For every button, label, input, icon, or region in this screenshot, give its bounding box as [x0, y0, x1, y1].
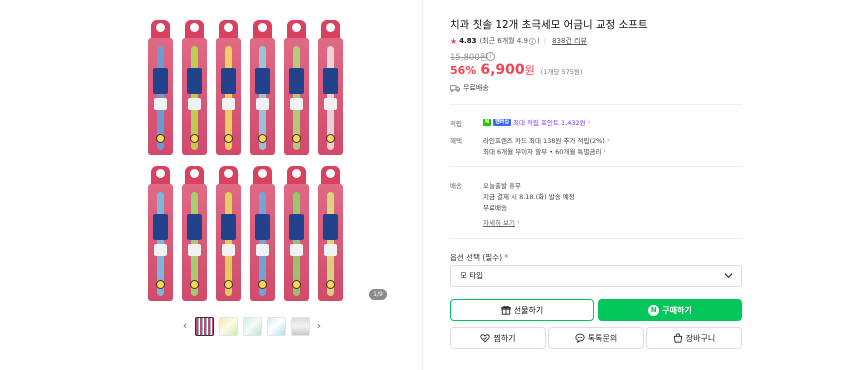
product-title: 치과 칫솔 12개 초극세모 어금니 교정 소프트: [450, 19, 648, 31]
required-mark: *: [504, 253, 509, 262]
toothbrush-package: [148, 20, 173, 155]
delivery-detail[interactable]: 자세히 보기 ›: [483, 217, 520, 227]
delivery-line-3: 무료배송: [483, 204, 507, 212]
option-label: 옵션 선택 (필수) *: [450, 252, 508, 263]
perks-label: 혜택: [450, 137, 462, 145]
perk-card[interactable]: 라인프렌즈 카드 최대 138원 추가 적립(2%) ›: [483, 135, 610, 145]
chat-bubble-icon: [575, 333, 585, 343]
heart-icon: [480, 334, 491, 343]
rating-separator: |: [543, 37, 547, 45]
thumbnail-prev-icon[interactable]: ‹: [178, 316, 192, 336]
gift-icon: [501, 305, 511, 315]
currency-unit: 원: [524, 64, 535, 77]
points-label: 적립: [450, 120, 462, 128]
chevron-right-icon: ›: [606, 136, 610, 144]
discount-rate: 56%: [450, 64, 477, 77]
wish-button-label: 찜하기: [493, 333, 516, 343]
toothbrush-package: [318, 166, 343, 301]
npay-n-badge: N: [483, 118, 492, 126]
rating-recent-end: ): [536, 37, 540, 45]
talk-inquiry-button[interactable]: 톡톡문의: [548, 327, 644, 349]
sale-price: 6,900: [480, 62, 525, 78]
option-select[interactable]: 모 타입: [450, 265, 742, 287]
delivery-detail-link[interactable]: 자세히 보기: [483, 217, 515, 227]
rating-info-icon[interactable]: [529, 37, 536, 45]
option-selected-value: 모 타입: [460, 271, 484, 280]
thumbnail-4[interactable]: [266, 316, 286, 336]
thumbnail-2[interactable]: [218, 316, 238, 336]
toothbrush-package: [284, 20, 309, 155]
toothbrush-package: [148, 166, 173, 301]
unit-price: (1개당 575원): [540, 68, 583, 76]
toothbrush-package: [318, 20, 343, 155]
delivery-line-1: 오늘출발 휴무: [483, 182, 521, 190]
perk-card-text: 라인프렌즈 카드 최대 138원 추가 적립(2%): [483, 137, 605, 145]
section-divider: [450, 104, 742, 105]
talk-button-label: 톡톡문의: [587, 333, 618, 343]
gift-button-label: 선물하기: [513, 305, 544, 315]
perk-installment-text: 최대 6개월 무이자 할부 • 60개월 특별금리: [483, 148, 602, 156]
star-icon: ★: [450, 36, 458, 46]
section-divider: [450, 166, 742, 167]
column-divider: [422, 0, 423, 370]
price-info-icon[interactable]: i: [486, 52, 495, 61]
wish-button[interactable]: 찜하기: [450, 327, 546, 349]
chevron-down-icon: [724, 273, 733, 279]
rating-row: ★ 4.83 (최근 6개월 4.9 ) | 838건 리뷰: [450, 36, 587, 46]
chevron-right-icon: ›: [587, 118, 591, 126]
cart-button-label: 장바구니: [685, 333, 716, 343]
toothbrush-package: [182, 20, 207, 155]
product-main-image[interactable]: [148, 20, 350, 303]
review-count-link[interactable]: 838건 리뷰: [552, 36, 587, 46]
thumbnail-strip: ‹ ›: [178, 316, 326, 336]
chevron-right-icon: ›: [603, 147, 607, 155]
delivery-line-2: 지금 결제 시 8.18.(화) 발송 예정: [483, 193, 575, 201]
rating-recent: (최근 6개월 4.9: [479, 37, 528, 45]
rating-value: 4.83: [459, 37, 477, 45]
toothbrush-package: [284, 166, 309, 301]
section-divider: [450, 238, 742, 239]
toothbrush-package: [216, 20, 241, 155]
shipping-text: 무료배송: [463, 84, 489, 92]
shipping-row: 무료배송: [450, 83, 489, 93]
membership-badge: 멤버십: [493, 118, 511, 126]
option-label-text: 옵션 선택 (필수): [450, 253, 503, 262]
thumbnail-3[interactable]: [242, 316, 262, 336]
price-row: 56% 6,900 원 (1개당 575원): [450, 62, 582, 78]
thumbnail-1[interactable]: [194, 316, 214, 336]
image-page-counter: 1/9: [369, 289, 387, 300]
perk-installment[interactable]: 최대 6개월 무이자 할부 • 60개월 특별금리 ›: [483, 146, 606, 156]
toothbrush-package: [250, 20, 275, 155]
toothbrush-package: [250, 166, 275, 301]
buy-button[interactable]: N 구매하기: [598, 299, 742, 321]
delivery-label: 배송: [450, 182, 462, 190]
cart-button[interactable]: 장바구니: [646, 327, 742, 349]
toothbrush-package: [182, 166, 207, 301]
points-text: 최대 적립 포인트 1,432원: [513, 119, 586, 127]
product-gallery: 1/9 ‹ ›: [0, 0, 422, 370]
truck-icon: [450, 84, 460, 92]
shopping-bag-icon: [673, 333, 682, 343]
thumbnail-5[interactable]: [290, 316, 310, 336]
buy-button-label: 구매하기: [662, 305, 692, 315]
naver-pay-icon: N: [648, 304, 660, 316]
gift-button[interactable]: 선물하기: [450, 299, 594, 321]
points-value[interactable]: N 멤버십 최대 적립 포인트 1,432원 ›: [483, 117, 590, 127]
thumbnail-next-icon[interactable]: ›: [312, 316, 326, 336]
chevron-right-icon: ›: [516, 218, 520, 226]
toothbrush-package: [216, 166, 241, 301]
